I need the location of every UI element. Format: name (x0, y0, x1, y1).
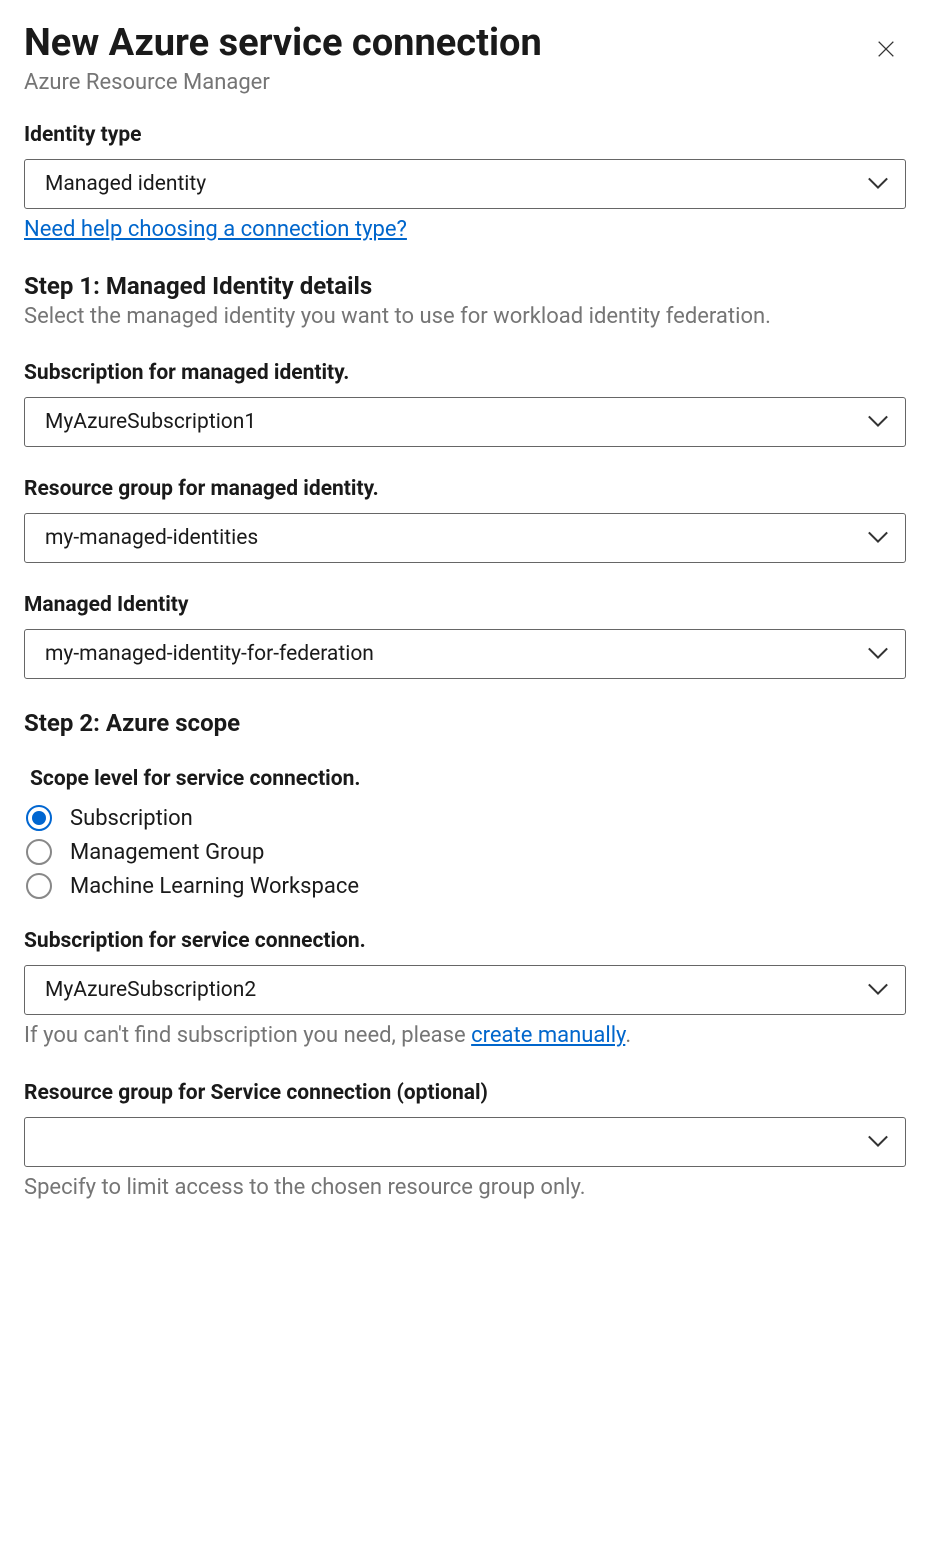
identity-help-link[interactable]: Need help choosing a connection type? (24, 217, 407, 242)
scope-level-radio-group: Subscription Management Group Machine Le… (26, 805, 906, 899)
step1-section: Step 1: Managed Identity details Select … (24, 272, 906, 680)
scope-option-subscription[interactable]: Subscription (26, 805, 906, 831)
identity-type-select[interactable]: Managed identity (24, 159, 906, 209)
step1-subscription-select[interactable]: MyAzureSubscription1 (24, 397, 906, 447)
identity-type-label: Identity type (24, 123, 906, 147)
step1-subscription-field: Subscription for managed identity. MyAzu… (24, 361, 906, 447)
step2-section: Step 2: Azure scope Scope level for serv… (24, 709, 906, 1202)
chevron-down-icon (867, 1130, 889, 1154)
step1-description: Select the managed identity you want to … (24, 302, 906, 332)
chevron-down-icon (867, 410, 889, 434)
step1-resource-group-select[interactable]: my-managed-identities (24, 513, 906, 563)
step2-subscription-help: If you can't find subscription you need,… (24, 1021, 906, 1051)
identity-type-field: Identity type Managed identity Need help… (24, 123, 906, 242)
step1-subscription-label: Subscription for managed identity. (24, 361, 906, 385)
close-icon (875, 48, 897, 63)
step2-subscription-select[interactable]: MyAzureSubscription2 (24, 965, 906, 1015)
step2-subscription-help-suffix: . (625, 1023, 631, 1048)
identity-type-value: Managed identity (45, 172, 206, 196)
step2-resource-group-label: Resource group for Service connection (o… (24, 1081, 906, 1105)
step1-managed-identity-select[interactable]: my-managed-identity-for-federation (24, 629, 906, 679)
scope-option-management-group-label: Management Group (70, 840, 264, 865)
scope-option-subscription-label: Subscription (70, 806, 193, 831)
step2-title: Step 2: Azure scope (24, 709, 906, 737)
scope-option-management-group[interactable]: Management Group (26, 839, 906, 865)
dialog-header: New Azure service connection Azure Resou… (24, 22, 906, 95)
step1-managed-identity-label: Managed Identity (24, 593, 906, 617)
close-button[interactable] (872, 36, 900, 64)
step1-subscription-value: MyAzureSubscription1 (45, 410, 256, 434)
step1-title: Step 1: Managed Identity details (24, 272, 906, 300)
radio-checked-icon (26, 805, 52, 831)
step2-resource-group-help: Specify to limit access to the chosen re… (24, 1173, 906, 1203)
create-manually-link[interactable]: create manually (471, 1023, 625, 1048)
scope-option-ml-workspace-label: Machine Learning Workspace (70, 874, 359, 899)
chevron-down-icon (867, 526, 889, 550)
scope-option-ml-workspace[interactable]: Machine Learning Workspace (26, 873, 906, 899)
step1-resource-group-field: Resource group for managed identity. my-… (24, 477, 906, 563)
step1-managed-identity-field: Managed Identity my-managed-identity-for… (24, 593, 906, 679)
step1-resource-group-label: Resource group for managed identity. (24, 477, 906, 501)
chevron-down-icon (867, 978, 889, 1002)
scope-level-label: Scope level for service connection. (30, 767, 906, 791)
step2-subscription-value: MyAzureSubscription2 (45, 978, 256, 1002)
step1-managed-identity-value: my-managed-identity-for-federation (45, 642, 374, 666)
step2-resource-group-select[interactable] (24, 1117, 906, 1167)
step2-subscription-help-prefix: If you can't find subscription you need,… (24, 1023, 471, 1048)
step1-resource-group-value: my-managed-identities (45, 526, 258, 550)
step2-subscription-label: Subscription for service connection. (24, 929, 906, 953)
step2-resource-group-field: Resource group for Service connection (o… (24, 1081, 906, 1203)
dialog-title: New Azure service connection (24, 22, 906, 66)
chevron-down-icon (867, 172, 889, 196)
dialog-subtitle: Azure Resource Manager (24, 70, 906, 95)
chevron-down-icon (867, 642, 889, 666)
step2-subscription-field: Subscription for service connection. MyA… (24, 929, 906, 1051)
radio-unchecked-icon (26, 873, 52, 899)
radio-unchecked-icon (26, 839, 52, 865)
